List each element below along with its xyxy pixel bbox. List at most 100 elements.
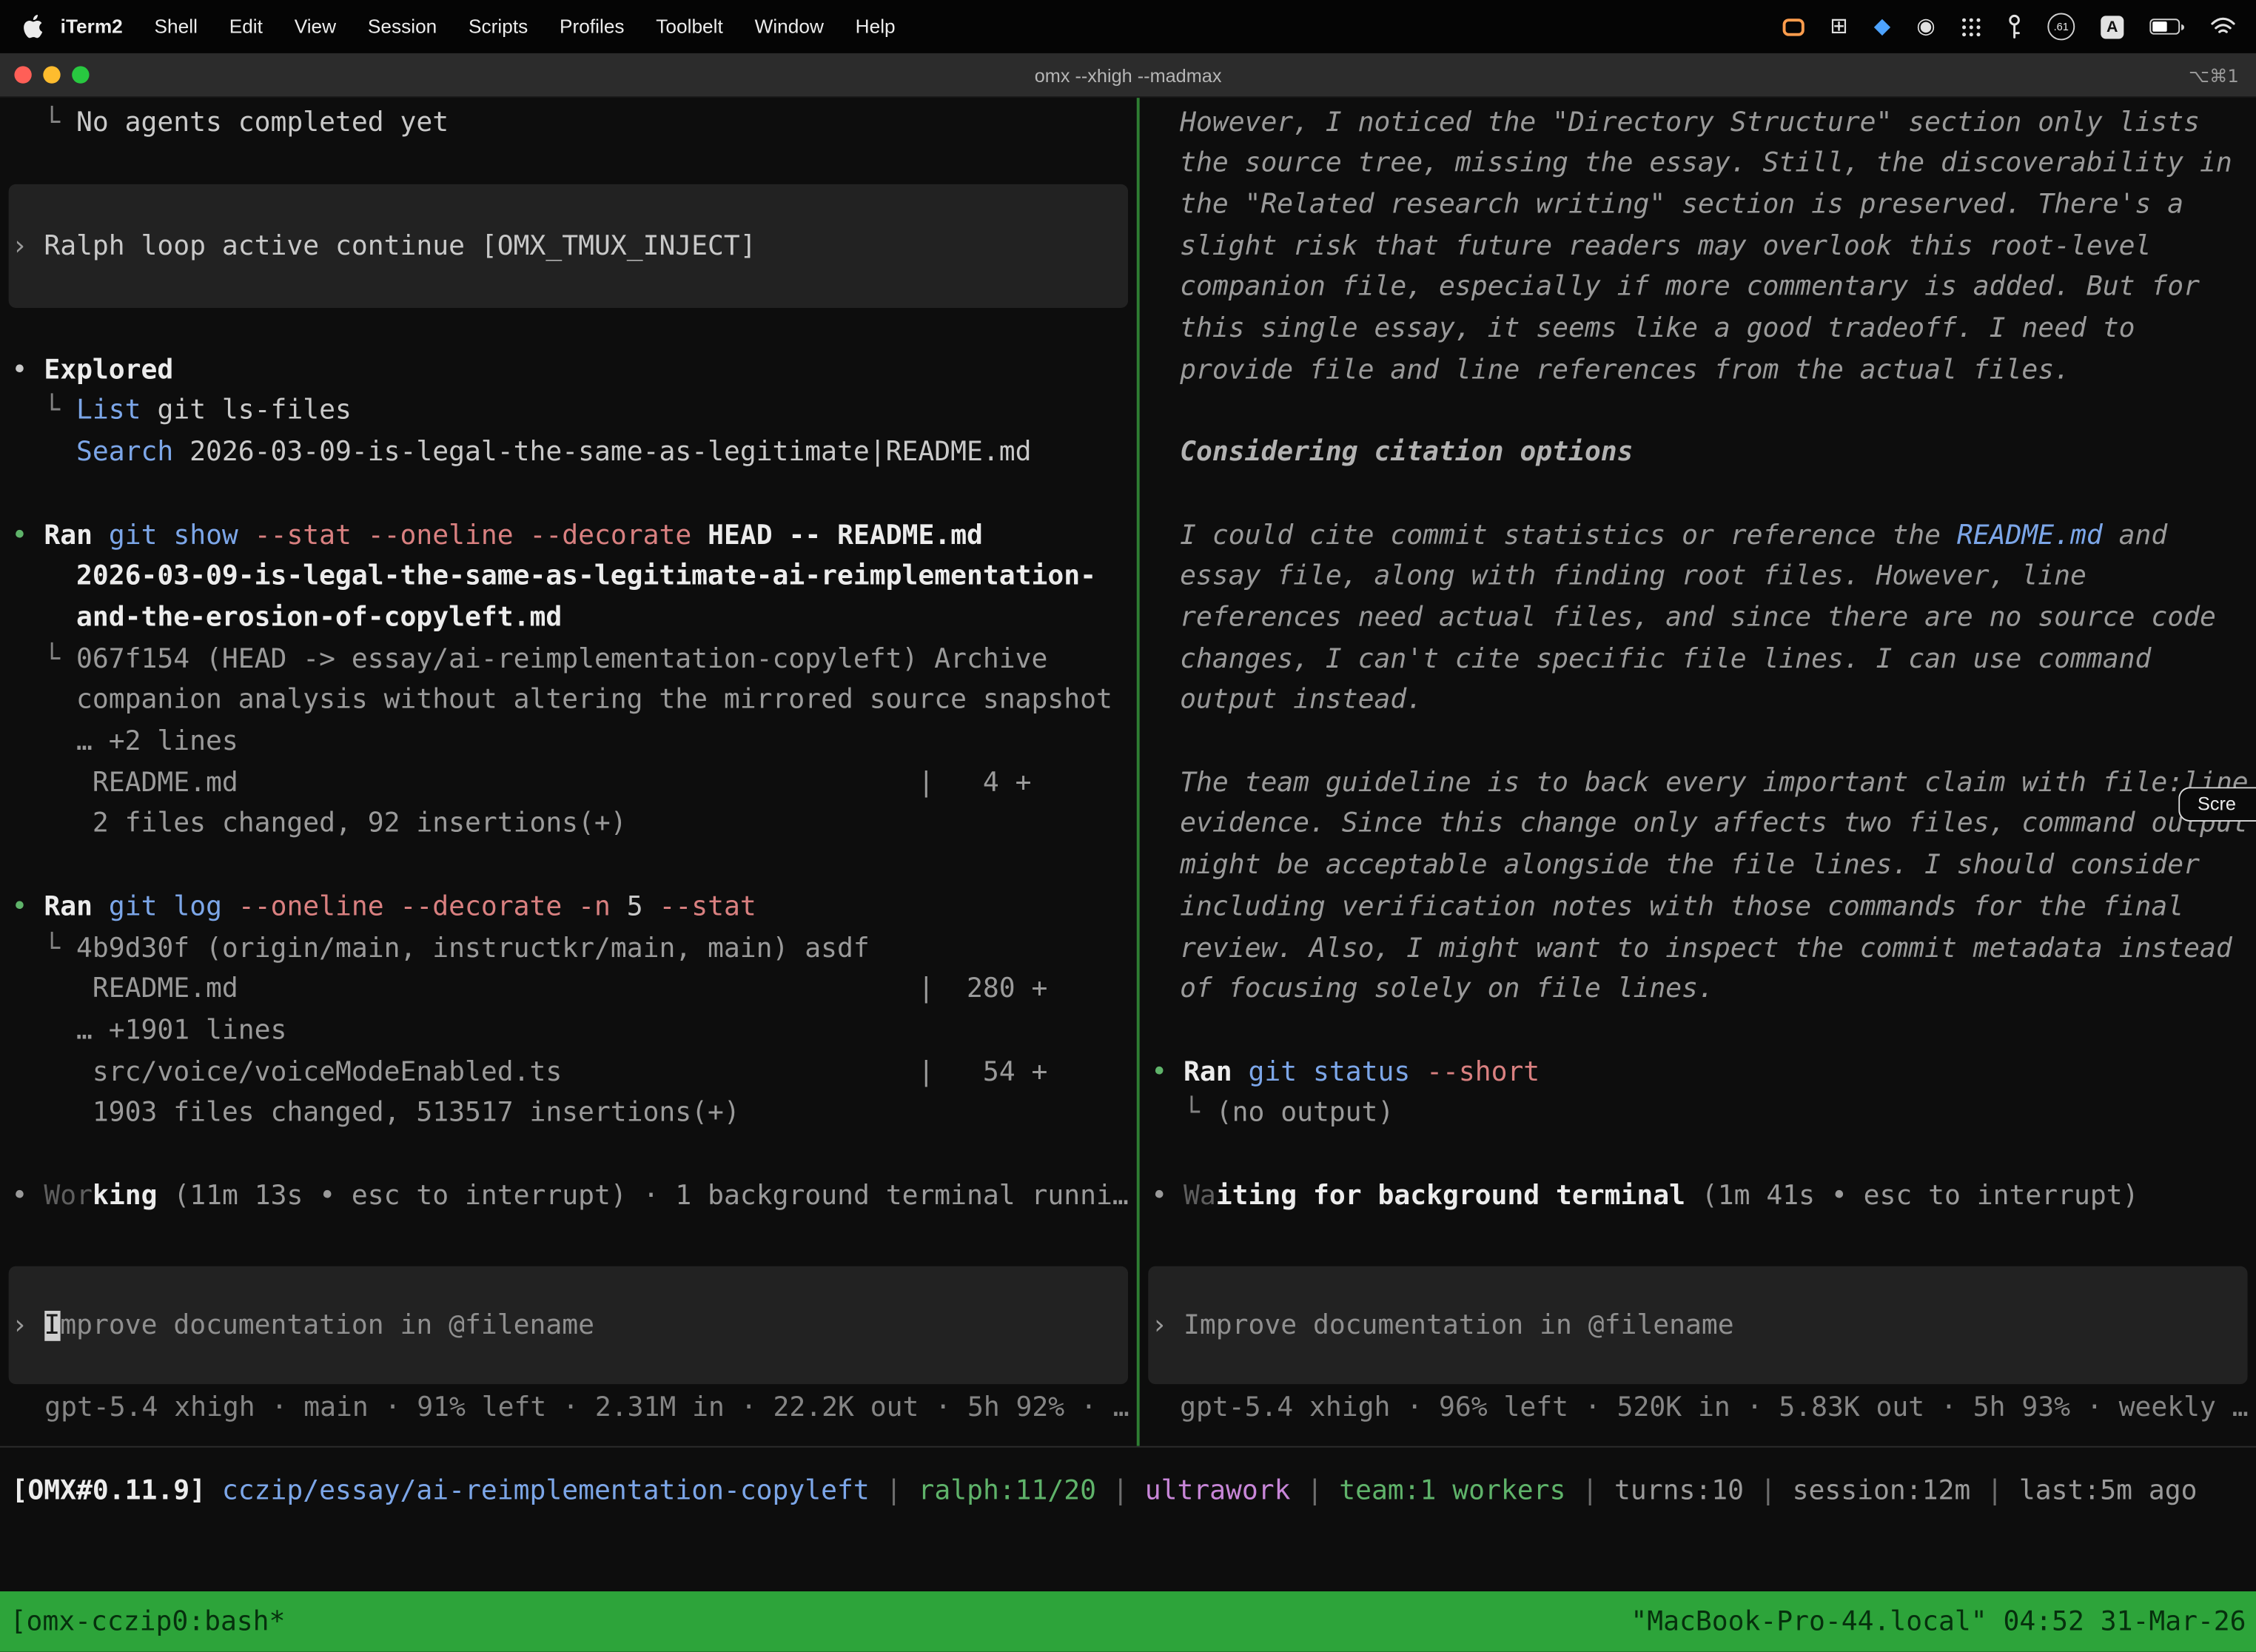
command-name: git status: [1232, 1058, 1411, 1088]
prompt-input[interactable]: › Improve documentation in @filename: [9, 1266, 1128, 1384]
git-show-command-line: • Ran git show --stat --oneline --decora…: [12, 515, 983, 557]
terminal: └ No agents completed yet › Ralph loop a…: [0, 98, 2256, 1446]
git-status-output-line: └ (no output): [1151, 1092, 1394, 1133]
menu-item-scripts[interactable]: Scripts: [453, 16, 544, 37]
prompt-input-text: Improve documentation in @filename: [1184, 1310, 1734, 1340]
working-shimmer-bright: king: [93, 1181, 158, 1212]
prompt-chevron: ›: [12, 1310, 44, 1340]
working-detail: (11m 13s • esc to interrupt) · 1 backgro…: [157, 1181, 1128, 1212]
key-icon[interactable]: [2007, 14, 2021, 38]
separator: |: [1970, 1477, 2019, 1507]
tool-args: 2026-03-09-is-legal-the-same-as-legitima…: [173, 437, 1031, 468]
git-show-commit-line: └ 067f154 (HEAD -> essay/ai-reimplementa…: [12, 639, 1048, 680]
battery-icon[interactable]: [2149, 19, 2184, 34]
thinking-heading: Considering citation options: [1180, 432, 1633, 473]
bullet: •: [12, 521, 44, 551]
battery-percent-ring-badge[interactable]: .61: [2047, 13, 2075, 40]
window-shortcut-badge: ⌥⌘1: [2189, 64, 2239, 86]
command-name: git log: [93, 892, 222, 922]
diffstat-summary-line: 2 files changed, 92 insertions(+): [12, 803, 627, 845]
waiting-detail: (1m 41s • esc to interrupt): [1685, 1181, 2138, 1212]
omx-ralph-counter: ralph:11/20: [918, 1477, 1096, 1507]
apple-menu-icon[interactable]: [23, 14, 43, 38]
thinking-line: references need actual files, and since …: [1180, 597, 2216, 639]
omx-session: session:12m: [1793, 1477, 1971, 1507]
git-log-output-line: └ 4b9d30f (origin/main, instructkr/main,…: [12, 928, 870, 970]
tool-verb: List: [76, 396, 141, 426]
git-log-command-line: • Ran git log --oneline --decorate -n 5 …: [12, 887, 756, 928]
close-button[interactable]: [14, 66, 31, 83]
git-status-command-line: • Ran git status --short: [1151, 1052, 1540, 1093]
bullet: •: [12, 355, 44, 386]
prompt-input[interactable]: › Improve documentation in @filename: [1148, 1266, 2247, 1384]
screen-recording-indicator-icon[interactable]: [1782, 18, 1804, 35]
ran-label: Ran: [44, 521, 93, 551]
thinking-line: might be acceptable alongside the file l…: [1180, 845, 2200, 886]
wifi-icon[interactable]: [2210, 17, 2236, 36]
explored-list-line: └ List git ls-files: [12, 390, 352, 432]
menu-items: Shell Edit View Session Scripts Profiles…: [138, 16, 911, 37]
menu-item-profiles[interactable]: Profiles: [544, 16, 640, 37]
thinking-line: the "Related research writing" section i…: [1180, 184, 2183, 226]
command-name: git show: [93, 521, 238, 551]
thinking-text: and: [2103, 521, 2168, 551]
omx-last-activity: last:5m ago: [2019, 1477, 2198, 1507]
thinking-line: provide file and line references from th…: [1180, 349, 2070, 391]
raycast-icon[interactable]: ◆: [1874, 16, 1890, 37]
menu-item-help[interactable]: Help: [839, 16, 911, 37]
bullet: •: [12, 1181, 44, 1212]
model-status-line: gpt-5.4 xhigh · main · 91% left · 2.31M …: [44, 1387, 1129, 1428]
battery-percent-ring-label: .61: [2054, 20, 2069, 33]
separator: |: [1744, 1477, 1793, 1507]
thinking-line: changes, I can't cite specific file line…: [1180, 639, 2151, 680]
thinking-line: evidence. Since this change only affects…: [1180, 803, 2249, 845]
thinking-line: this single essay, it seems like a good …: [1180, 308, 2135, 349]
menu-item-toolbelt[interactable]: Toolbelt: [640, 16, 739, 37]
working-shimmer-dim: Wor: [44, 1181, 93, 1212]
app-menu-iterm2[interactable]: iTerm2: [43, 16, 138, 37]
input-source-icon[interactable]: A: [2101, 15, 2124, 38]
command-flags: --stat --oneline --decorate: [238, 521, 691, 551]
prompt-input-text: mprove documentation in @filename: [60, 1310, 594, 1340]
thinking-line: the source tree, missing the essay. Stil…: [1180, 142, 2232, 184]
omx-turns: turns:10: [1614, 1477, 1744, 1507]
tree-glyph: └: [12, 396, 77, 426]
diffstat-line: README.md | 280 +: [12, 968, 1048, 1010]
gap: [206, 1477, 222, 1507]
right-pane: However, I noticed the "Directory Struct…: [1140, 98, 2256, 1446]
zoom-button[interactable]: [72, 66, 89, 83]
window-grid-icon[interactable]: ⊞: [1830, 16, 1847, 37]
working-status-line: • Working (11m 13s • esc to interrupt) ·…: [12, 1175, 1129, 1217]
window-title: omx --xhigh --madmax: [0, 64, 2256, 86]
menu-item-edit[interactable]: Edit: [213, 16, 278, 37]
agents-note-text: No agents completed yet: [76, 108, 449, 138]
text-cursor: I: [44, 1310, 60, 1340]
dots-grid-icon[interactable]: [1961, 16, 1981, 36]
bullet: •: [1151, 1181, 1184, 1212]
screen-share-overlay-button[interactable]: Scre: [2179, 787, 2256, 822]
prompt-chevron: ›: [12, 231, 44, 261]
thinking-line: However, I noticed the "Directory Struct…: [1180, 102, 2200, 144]
tmux-session-window: [omx-cczip0:bash*: [10, 1606, 286, 1636]
tree-glyph: └: [12, 108, 77, 138]
omx-version: [OMX#0.11.9]: [12, 1477, 206, 1507]
separator: |: [1565, 1477, 1614, 1507]
ran-label: Ran: [1184, 1058, 1232, 1088]
menu-item-view[interactable]: View: [278, 16, 352, 37]
menu-item-window[interactable]: Window: [739, 16, 839, 37]
thinking-line: companion file, especially if more comme…: [1180, 266, 2200, 308]
screen: iTerm2 Shell Edit View Session Scripts P…: [0, 0, 2256, 1652]
minimize-button[interactable]: [43, 66, 60, 83]
window-titlebar[interactable]: omx --xhigh --madmax ⌥⌘1: [0, 53, 2256, 98]
command-flags: --short: [1410, 1058, 1540, 1088]
readme-link[interactable]: README.md: [1957, 521, 2103, 551]
menu-item-session[interactable]: Session: [352, 16, 453, 37]
thinking-line: The team guideline is to back every impo…: [1180, 762, 2249, 804]
traffic-lights: [0, 66, 90, 83]
more-lines-indicator: … +2 lines: [12, 721, 238, 762]
input-source-label: A: [2106, 18, 2118, 35]
tmux-host-clock: "MacBook-Pro-44.local" 04:52 31-Mar-26: [1631, 1606, 2246, 1636]
git-show-output-line: 2026-03-09-is-legal-the-same-as-legitima…: [12, 555, 1096, 597]
app-ring-icon[interactable]: ◉: [1916, 16, 1935, 37]
menu-item-shell[interactable]: Shell: [138, 16, 213, 37]
